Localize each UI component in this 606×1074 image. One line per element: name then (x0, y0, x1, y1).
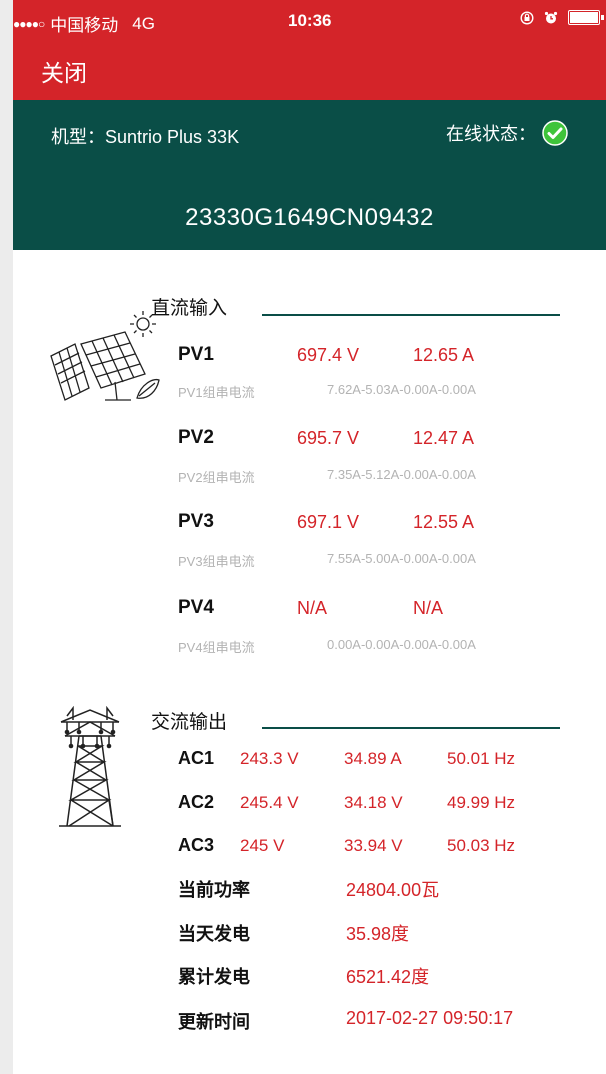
ac3-name: AC3 (178, 835, 215, 855)
ac3-frequency: 50.03 Hz (447, 836, 516, 855)
carrier-label: 中国移动 (50, 16, 119, 35)
ac-output-divider (262, 727, 560, 729)
model-label: 机型：Suntrio Plus 33K (51, 127, 240, 147)
current-power-value: 24804.00瓦 (346, 880, 440, 900)
status-bar: ●●●●○ 中国移动 4G 10:36 (13, 0, 606, 44)
update-time-label: 更新时间 (178, 1012, 250, 1032)
serial-number: 23330G1649CN09432 (185, 204, 434, 231)
ac1-frequency: 50.01 Hz (447, 749, 516, 768)
app-screen: ●●●●○ 中国移动 4G 10:36 关闭 机型：Suntrio Plus 3… (13, 0, 606, 1074)
pv4-string-value: 0.00A-0.00A-0.00A-0.00A (327, 637, 476, 652)
pv1-current: 12.65 A (413, 345, 475, 365)
clock: 10:36 (288, 11, 332, 30)
pv1-string-label: PV1组串电流 (178, 385, 255, 400)
pv3-current: 12.55 A (413, 512, 475, 532)
pv4-current: N/A (413, 598, 444, 618)
dc-input-divider (262, 314, 560, 316)
pv1-string-value: 7.62A-5.03A-0.00A-0.00A (327, 382, 476, 397)
pv2-name: PV2 (178, 427, 214, 448)
pv2-string-value: 7.35A-5.12A-0.00A-0.00A (327, 467, 476, 482)
dc-input-title: 直流输入 (151, 298, 228, 319)
today-generation-value: 35.98度 (346, 924, 410, 944)
ac2-frequency: 49.99 Hz (447, 793, 516, 812)
close-button[interactable]: 关闭 (41, 54, 87, 88)
pv3-string-value: 7.55A-5.00A-0.00A-0.00A (327, 551, 476, 566)
solar-panel-icon (50, 311, 160, 401)
pv1-voltage: 697.4 V (297, 345, 360, 365)
online-label: 在线状态： (446, 124, 536, 144)
pv3-name: PV3 (178, 511, 214, 532)
ac3-current: 33.94 V (344, 836, 403, 855)
pv2-voltage: 695.7 V (297, 428, 360, 448)
ac1-name: AC1 (178, 748, 215, 768)
ac2-voltage: 245.4 V (240, 793, 299, 812)
ac2-current: 34.18 V (344, 793, 403, 812)
pv4-string-label: PV4组串电流 (178, 640, 255, 655)
device-info-bar: 机型：Suntrio Plus 33K 在线状态： 23330G1649CN09… (13, 100, 606, 250)
power-tower-icon (59, 706, 121, 827)
pv3-voltage: 697.1 V (297, 512, 360, 532)
ac1-current: 34.89 A (344, 749, 402, 768)
current-power-label: 当前功率 (178, 880, 250, 900)
pv3-string-label: PV3组串电流 (178, 554, 255, 569)
update-time-value: 2017-02-27 09:50:17 (346, 1008, 514, 1028)
top-bar: ●●●●○ 中国移动 4G 10:36 关闭 (13, 0, 606, 100)
online-status: 在线状态： (446, 120, 568, 146)
signal-dots-icon: ●●●●○ (13, 16, 45, 31)
pv4-name: PV4 (178, 597, 214, 618)
ac-output-title: 交流输出 (151, 712, 228, 733)
alarm-icon (544, 11, 558, 23)
total-generation-label: 累计发电 (178, 967, 250, 987)
today-generation-label: 当天发电 (178, 924, 250, 944)
ac3-voltage: 245 V (240, 836, 285, 855)
check-circle-icon (542, 120, 568, 146)
pv4-voltage: N/A (297, 598, 328, 618)
pv1-name: PV1 (178, 344, 214, 365)
pv2-string-label: PV2组串电流 (178, 470, 255, 485)
ac1-voltage: 243.3 V (240, 749, 299, 768)
network-label: 4G (132, 13, 155, 33)
rotation-lock-icon (520, 10, 534, 25)
ac2-name: AC2 (178, 792, 215, 812)
battery-icon (568, 10, 604, 25)
pv2-current: 12.47 A (413, 428, 475, 448)
total-generation-value: 6521.42度 (346, 967, 430, 987)
